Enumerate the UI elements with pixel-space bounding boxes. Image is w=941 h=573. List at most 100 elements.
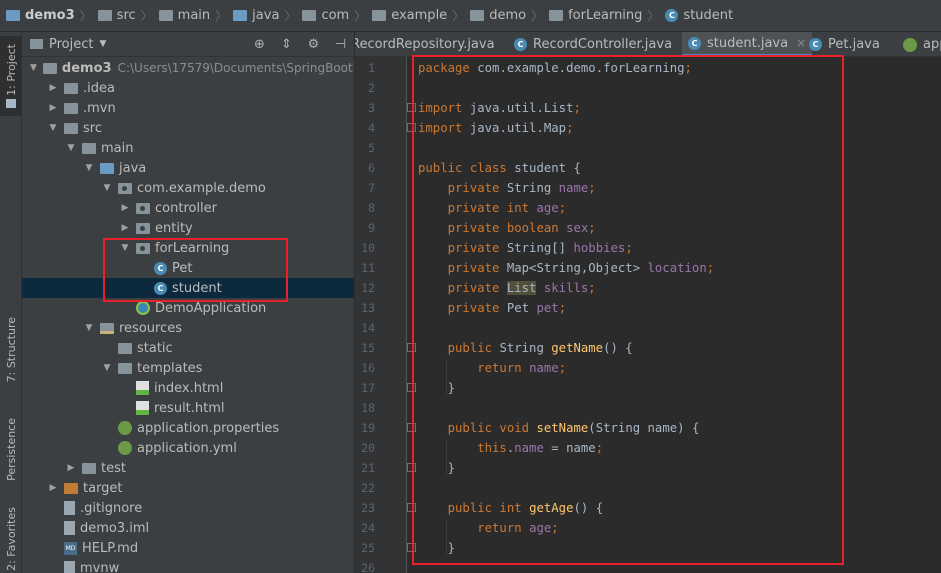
breadcrumb-label: src xyxy=(116,8,136,23)
code-line[interactable]: this.name = name; xyxy=(418,438,603,458)
tree-item-label: application.properties xyxy=(137,420,280,436)
expand-open-icon[interactable]: ▼ xyxy=(102,363,112,373)
tree-item[interactable]: ▶Cstudent xyxy=(22,278,354,298)
collapse-all-icon[interactable]: ⇕ xyxy=(273,37,300,52)
tree-item[interactable]: ▶ controller xyxy=(22,198,354,218)
code-line[interactable]: private int age; xyxy=(418,198,566,218)
expand-closed-icon[interactable]: ▶ xyxy=(120,223,130,233)
project-tool-tab[interactable]: 1: Project xyxy=(0,36,22,116)
expand-open-icon[interactable]: ▼ xyxy=(102,183,112,193)
expand-open-icon[interactable]: ▼ xyxy=(48,123,58,133)
code-line[interactable]: } xyxy=(418,378,455,398)
hide-panel-icon[interactable]: ⊣ xyxy=(327,37,354,52)
code-line[interactable]: import java.util.Map; xyxy=(418,118,573,138)
tree-item[interactable]: ▶.gitignore xyxy=(22,498,354,518)
expand-open-icon[interactable]: ▼ xyxy=(30,63,37,73)
tree-item[interactable]: ▶demo3.iml xyxy=(22,518,354,538)
breadcrumb-item[interactable]: com 〉 xyxy=(302,7,372,24)
breadcrumb-item[interactable]: main 〉 xyxy=(158,7,234,24)
code-token: List xyxy=(506,281,537,295)
gear-icon[interactable]: ⚙ xyxy=(300,37,327,52)
tree-item[interactable]: ▶application.yml xyxy=(22,438,354,458)
code-token: package xyxy=(418,61,478,75)
tree-item[interactable]: ▶MDHELP.md xyxy=(22,538,354,558)
expand-open-icon[interactable]: ▼ xyxy=(84,323,94,333)
tree-item[interactable]: ▶CPet xyxy=(22,258,354,278)
editor-tab[interactable]: Cstudent.java × xyxy=(682,32,813,56)
expand-open-icon[interactable]: ▼ xyxy=(84,163,94,173)
code-line[interactable]: public class student { xyxy=(418,158,581,178)
editor-tab[interactable]: RecordRepository.java xyxy=(355,32,501,56)
tree-item[interactable]: ▶ .idea xyxy=(22,78,354,98)
breadcrumb-item[interactable]: demo 〉 xyxy=(470,7,549,24)
breadcrumb-item[interactable]: demo3 〉 xyxy=(6,7,98,24)
tree-item[interactable]: ▶ test xyxy=(22,458,354,478)
code-line[interactable]: import java.util.List; xyxy=(418,98,581,118)
breadcrumb-item[interactable]: java 〉 xyxy=(233,7,302,24)
tree-item[interactable]: ▶ target xyxy=(22,478,354,498)
editor-tab[interactable]: app xyxy=(897,32,941,56)
expand-closed-icon[interactable]: ▶ xyxy=(66,463,76,473)
expand-closed-icon[interactable]: ▶ xyxy=(48,483,58,493)
tree-item[interactable]: ▶application.properties xyxy=(22,418,354,438)
tree-item[interactable]: ▶static xyxy=(22,338,354,358)
folder-icon xyxy=(470,10,485,21)
code-line[interactable]: public String getName() { xyxy=(418,338,633,358)
expand-open-icon[interactable]: ▼ xyxy=(120,243,130,253)
line-number-gutter: 1 2 3 4 5 6 7 8 9 10 11 12 13 14 15 16 17 18 19 20 21 22 23 24 2… xyxy=(355,57,416,573)
tree-item[interactable]: ▶mvnw xyxy=(22,558,354,573)
favorites-tool-tab[interactable]: 2: Favorites xyxy=(0,506,22,572)
code-line[interactable]: public void setName(String name) { xyxy=(418,418,700,438)
code-line[interactable]: private String[] hobbies; xyxy=(418,238,633,258)
tree-item[interactable]: ▶ entity xyxy=(22,218,354,238)
code-line[interactable]: } xyxy=(418,458,455,478)
code-line[interactable]: private Pet pet; xyxy=(418,298,566,318)
code-line[interactable]: private String name; xyxy=(418,178,596,198)
editor-tab[interactable]: C Pet.java xyxy=(803,32,886,56)
tree-item[interactable]: ▼ demo3 C:\Users\17579\Documents\SpringBoo… xyxy=(22,58,354,78)
chevron-down-icon[interactable]: ▼ xyxy=(99,39,106,49)
breadcrumb-item[interactable]: Cstudent xyxy=(665,8,733,23)
editor-tab-label: Pet.java xyxy=(828,37,880,52)
persistence-tool-tab-label: Persistence xyxy=(4,417,18,481)
code-editor[interactable]: package com.example.demo.forLearning; imp… xyxy=(408,57,941,573)
code-line[interactable]: return age; xyxy=(418,518,558,538)
tree-item[interactable]: ▼ resources xyxy=(22,318,354,338)
breadcrumb-item[interactable]: src 〉 xyxy=(97,7,159,24)
project-panel-title[interactable]: Project xyxy=(49,37,93,52)
locate-target-icon[interactable]: ⊕ xyxy=(246,37,273,52)
expand-closed-icon[interactable]: ▶ xyxy=(48,103,58,113)
expand-closed-icon[interactable]: ▶ xyxy=(120,203,130,213)
breadcrumb-separator-icon: 〉 xyxy=(284,9,297,23)
code-line[interactable]: private List skills; xyxy=(418,278,596,298)
expand-closed-icon[interactable]: ▶ xyxy=(48,83,58,93)
code-line[interactable]: return name; xyxy=(418,358,566,378)
tree-item[interactable]: ▼ src xyxy=(22,118,354,138)
tree-item[interactable]: ▼ com.example.demo xyxy=(22,178,354,198)
code-line[interactable]: private Map<String,Object> location; xyxy=(418,258,715,278)
code-line[interactable]: package com.example.demo.forLearning; xyxy=(418,58,692,78)
tree-item[interactable]: ▼ templates xyxy=(22,358,354,378)
persistence-tool-tab[interactable]: Persistence xyxy=(0,408,22,490)
tree-item-label: index.html xyxy=(154,380,224,396)
breadcrumb-separator-icon: 〉 xyxy=(140,9,153,23)
code-line[interactable]: private boolean sex; xyxy=(418,218,596,238)
folder-icon xyxy=(42,62,57,74)
editor-tab[interactable]: C RecordController.java xyxy=(508,32,678,56)
tree-item[interactable]: ▼ forLearning xyxy=(22,238,354,258)
expand-open-icon[interactable]: ▼ xyxy=(66,143,76,153)
folder-icon xyxy=(82,462,96,474)
tree-item[interactable]: ▼ main xyxy=(22,138,354,158)
tree-item[interactable]: ▶index.html xyxy=(22,378,354,398)
tree-item[interactable]: ▶DemoApplication xyxy=(22,298,354,318)
code-line[interactable]: public int getAge() { xyxy=(418,498,604,518)
tree-item[interactable]: ▼ java xyxy=(22,158,354,178)
structure-tool-tab[interactable]: 7: Structure xyxy=(0,310,22,390)
breadcrumb-item[interactable]: example 〉 xyxy=(372,7,470,24)
code-line[interactable]: } xyxy=(418,538,455,558)
breadcrumb-item[interactable]: forLearning 〉 xyxy=(549,7,665,24)
code-token: com.example.demo.forLearning xyxy=(477,61,685,75)
tree-item[interactable]: ▶result.html xyxy=(22,398,354,418)
line-number: 23 xyxy=(361,501,375,515)
tree-item[interactable]: ▶ .mvn xyxy=(22,98,354,118)
